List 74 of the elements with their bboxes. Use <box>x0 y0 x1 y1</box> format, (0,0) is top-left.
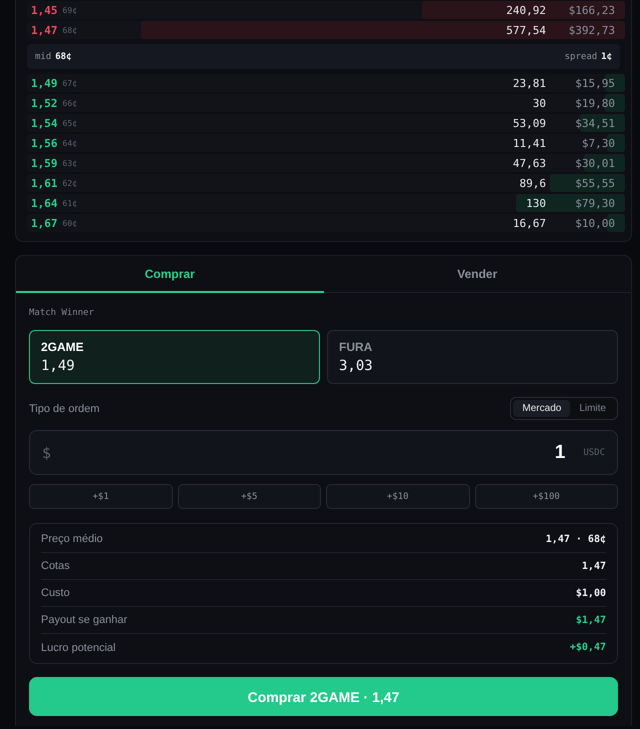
bid-value: $15,95 <box>574 76 615 90</box>
spread-label: spread <box>564 52 598 62</box>
quick-amount-button[interactable]: +$5 <box>178 484 321 509</box>
bid-value: $19,80 <box>574 96 615 110</box>
outcome-option[interactable]: 2GAME 1,49 <box>29 330 320 384</box>
ask-price: 1,47 <box>31 24 58 36</box>
bid-value: $79,30 <box>574 196 615 210</box>
summary-value: $1,47 <box>576 614 606 626</box>
summary-value: $1,00 <box>576 588 606 598</box>
spread-value: 1¢ <box>601 52 612 62</box>
bid-value: $7,30 <box>580 136 615 150</box>
market-label: Match Winner <box>29 307 96 319</box>
bid-price: 1,59 <box>31 156 58 170</box>
amount-field[interactable]: $ 1 USDC <box>29 430 618 475</box>
amount-input[interactable]: 1 <box>59 440 566 464</box>
outcome-name: FURA <box>339 340 372 354</box>
summary-label: Payout se ganhar <box>41 614 128 626</box>
quick-amount-button[interactable]: +$1 <box>29 484 172 509</box>
bid-price: 1,54 <box>31 116 58 130</box>
bid-shares: 23,81 <box>512 76 546 90</box>
bid-value: $10,00 <box>574 216 615 230</box>
ask-value: $392,73 <box>568 24 615 36</box>
bid-price: 1,49 <box>31 76 58 90</box>
bid-cents: 61¢ <box>62 198 77 208</box>
quick-amount-button[interactable]: +$100 <box>474 484 618 509</box>
currency-unit: USDC <box>583 448 605 458</box>
ask-cents: 69¢ <box>62 6 77 14</box>
outcome-price: 3,03 <box>339 358 373 374</box>
bid-cents: 65¢ <box>62 118 77 128</box>
outcome-option[interactable]: FURA 3,03 <box>327 330 618 384</box>
bid-value: $55,55 <box>574 176 615 190</box>
summary-value: 1,47 <box>582 560 606 572</box>
summary-label: Cotas <box>41 560 70 572</box>
bid-cents: 67¢ <box>62 78 77 88</box>
mid-value: 68¢ <box>55 52 72 62</box>
bid-cents: 64¢ <box>62 138 77 148</box>
bid-price: 1,64 <box>31 196 58 210</box>
ask-price: 1,45 <box>31 4 58 16</box>
mid-label: mid <box>35 52 52 62</box>
order-type-option[interactable]: Limite <box>570 400 615 417</box>
bid-cents: 66¢ <box>62 98 77 108</box>
currency-prefix: $ <box>42 444 52 462</box>
bid-shares: 47,63 <box>512 156 546 170</box>
bid-price: 1,67 <box>31 216 58 230</box>
summary-label: Custo <box>41 587 70 599</box>
ask-shares: 240,92 <box>506 4 546 16</box>
bid-shares: 30 <box>532 96 546 110</box>
side-tab[interactable]: Vender <box>324 256 631 293</box>
summary-label: Preço médio <box>41 533 103 545</box>
bid-cents: 63¢ <box>62 158 77 168</box>
ask-value: $166,23 <box>568 4 615 16</box>
bid-value: $34,51 <box>574 116 615 130</box>
order-type-option[interactable]: Mercado <box>513 400 570 417</box>
summary-value: +$0,47 <box>570 642 606 653</box>
bid-price: 1,52 <box>31 96 58 110</box>
bid-cents: 62¢ <box>62 178 77 188</box>
bid-shares: 89,6 <box>520 176 546 190</box>
bid-shares: 53,09 <box>512 116 546 130</box>
outcome-price: 1,49 <box>41 358 75 374</box>
ask-cents: 68¢ <box>62 26 77 34</box>
bid-shares: 11,41 <box>512 136 546 150</box>
bid-shares: 130 <box>526 196 546 210</box>
bid-price: 1,61 <box>31 176 58 190</box>
order-type-label: Tipo de ordem <box>29 402 100 414</box>
bid-price: 1,56 <box>31 136 58 150</box>
outcome-name: 2GAME <box>41 340 84 354</box>
quick-amount-button[interactable]: +$10 <box>326 484 470 509</box>
ask-shares: 577,54 <box>506 24 546 36</box>
bid-shares: 16,67 <box>512 216 546 230</box>
summary-value: 1,47 · 68¢ <box>546 534 606 544</box>
summary-label: Lucro potencial <box>41 642 116 654</box>
bid-cents: 60¢ <box>62 218 77 228</box>
side-tab[interactable]: Comprar <box>16 256 324 293</box>
bid-value: $30,01 <box>574 156 615 170</box>
